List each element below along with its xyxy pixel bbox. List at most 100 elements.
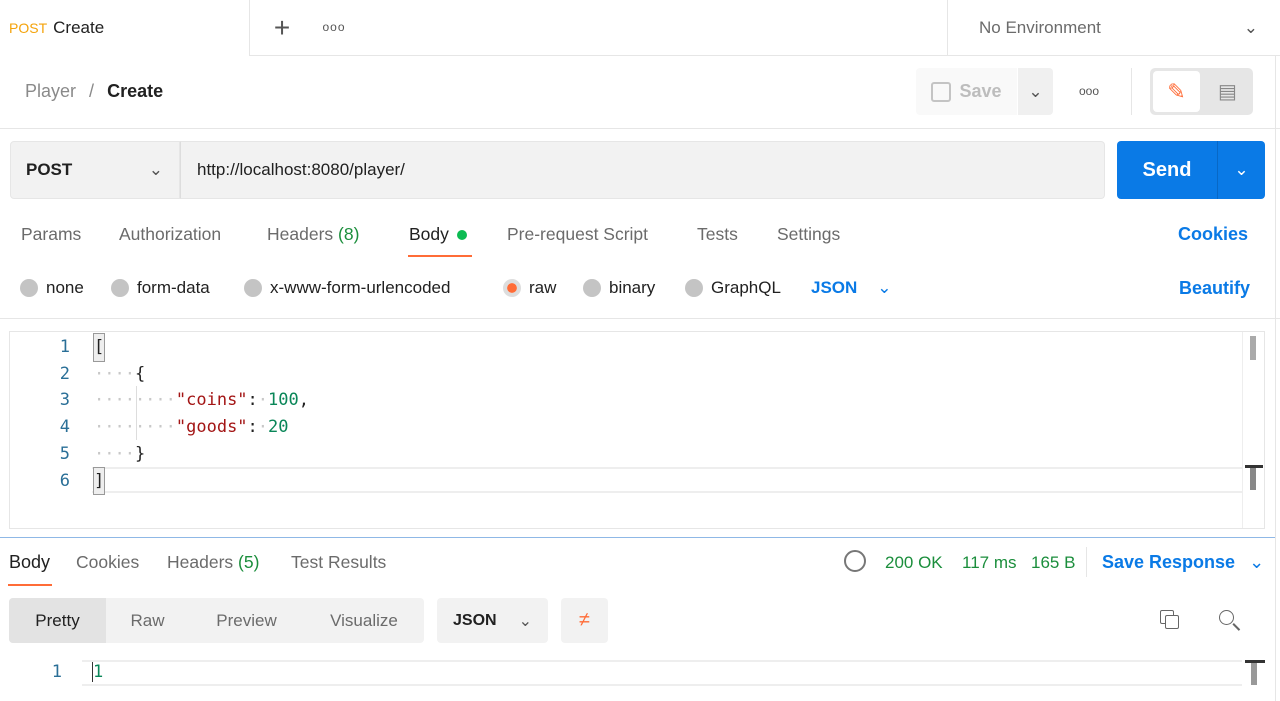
request-tab[interactable]: POST Create — [0, 0, 250, 56]
radio-icon — [111, 279, 129, 297]
more-tabs-icon[interactable]: ooo — [318, 14, 350, 40]
divider — [1131, 68, 1132, 115]
response-format-select[interactable]: JSON ⌄ — [437, 598, 548, 643]
send-label: Send — [1142, 158, 1192, 181]
view-pretty[interactable]: Pretty — [9, 598, 106, 643]
send-options-button[interactable]: ⌄ — [1217, 141, 1265, 199]
breadcrumb-current: Create — [107, 81, 164, 101]
save-options-button[interactable]: ⌄ — [1018, 68, 1053, 115]
tab-body-label: Body — [409, 224, 449, 244]
chevron-down-icon: ⌄ — [148, 160, 163, 179]
view-label: Visualize — [330, 610, 398, 630]
tab-params[interactable]: Params — [21, 224, 81, 245]
tab-pre-request-script[interactable]: Pre-request Script — [507, 224, 648, 245]
breadcrumb-separator: / — [89, 81, 95, 101]
tab-body[interactable]: Body — [409, 224, 467, 245]
response-tab-body[interactable]: Body — [9, 552, 50, 573]
window-edge — [1275, 56, 1276, 701]
language-label: JSON — [811, 278, 858, 297]
editor-lines: 1[ 2 ····{ 3 ········ "coins": · 100, 4 ······… — [10, 333, 309, 496]
response-tab-test-results[interactable]: Test Results — [291, 552, 386, 573]
status-code[interactable]: 200 OK — [885, 553, 943, 573]
radio-binary[interactable]: binary — [583, 278, 655, 298]
environment-select[interactable]: No Environment ⌄ — [947, 0, 1280, 56]
edit-pencil-icon[interactable]: ✎ — [1153, 71, 1200, 112]
view-preview[interactable]: Preview — [189, 598, 304, 643]
whitespace: ···· — [94, 443, 135, 464]
code-token: [ — [92, 333, 106, 362]
radio-graphql[interactable]: GraphQL — [685, 278, 781, 298]
view-label: Preview — [216, 610, 277, 630]
chevron-down-icon: ⌄ — [1243, 18, 1258, 37]
save-response-button[interactable]: Save Response ⌄ — [1102, 552, 1264, 573]
wrap-lines-icon[interactable]: ≠ — [561, 598, 608, 643]
tab-tests[interactable]: Tests — [697, 224, 738, 245]
radio-form-data[interactable]: form-data — [111, 278, 210, 298]
breadcrumb-parent[interactable]: Player — [25, 81, 76, 101]
whitespace: ········ — [94, 417, 176, 438]
colon: : — [247, 390, 258, 411]
language-select[interactable]: JSON ⌄ — [811, 278, 892, 298]
scrollbar-thumb[interactable] — [1251, 663, 1257, 685]
chevron-down-icon: ⌄ — [518, 612, 532, 630]
radio-none[interactable]: none — [20, 278, 84, 298]
radio-icon — [583, 279, 601, 297]
radio-icon — [685, 279, 703, 297]
more-options-icon[interactable]: ooo — [1073, 78, 1105, 104]
tab-authorization[interactable]: Authorization — [119, 224, 221, 245]
cookies-link[interactable]: Cookies — [1178, 224, 1248, 245]
copy-icon[interactable] — [1160, 610, 1180, 630]
radio-raw[interactable]: raw — [503, 278, 556, 298]
save-label: Save — [959, 81, 1002, 101]
line-number: 1 — [51, 662, 62, 682]
headers-count: (5) — [238, 552, 260, 572]
request-body-editor[interactable]: 1[ 2 ····{ 3 ········ "coins": · 100, 4 ······… — [9, 331, 1265, 529]
active-tab-underline — [408, 255, 472, 257]
radio-label: raw — [529, 278, 557, 297]
current-line-highlight — [82, 660, 1242, 686]
method-label: POST — [26, 160, 73, 179]
view-visualize[interactable]: Visualize — [304, 598, 424, 643]
pane-divider[interactable] — [0, 537, 1275, 538]
method-select[interactable]: POST ⌄ — [10, 141, 180, 199]
response-tab-cookies[interactable]: Cookies — [76, 552, 139, 573]
new-tab-icon[interactable]: + — [266, 12, 298, 44]
line-number: 6 — [59, 470, 70, 491]
radio-label: none — [46, 278, 84, 297]
format-label: JSON — [453, 611, 497, 629]
code-token: { — [134, 363, 146, 384]
breadcrumb: Player / Create — [25, 81, 163, 102]
scrollbar-thumb[interactable] — [1250, 336, 1256, 360]
active-tab-underline — [8, 584, 52, 586]
tab-name: Create — [53, 18, 105, 37]
response-tab-headers[interactable]: Headers (5) — [167, 552, 259, 573]
globe-icon[interactable] — [844, 550, 866, 572]
view-raw[interactable]: Raw — [106, 598, 189, 643]
save-button[interactable]: Save — [916, 68, 1017, 115]
comment-icon[interactable]: ▤ — [1204, 71, 1251, 112]
view-label: Pretty — [35, 610, 80, 630]
radio-urlencoded[interactable]: x-www-form-urlencoded — [244, 278, 450, 298]
environment-label: No Environment — [979, 18, 1101, 37]
headers-count: (8) — [338, 224, 360, 244]
tab-headers-label: Headers — [267, 224, 334, 244]
beautify-link[interactable]: Beautify — [1179, 278, 1250, 299]
code-number: 100 — [268, 390, 299, 411]
code-token: } — [134, 443, 146, 464]
code-key: "goods" — [175, 417, 248, 438]
tab-headers[interactable]: Headers (8) — [267, 224, 359, 245]
divider — [0, 128, 1280, 129]
send-button[interactable]: Send — [1117, 141, 1217, 199]
whitespace: ···· — [94, 363, 135, 384]
tab-label: Headers — [167, 552, 234, 572]
code-key: "coins" — [175, 390, 248, 411]
search-icon[interactable] — [1219, 610, 1241, 632]
body-indicator-dot — [456, 230, 467, 240]
tab-settings[interactable]: Settings — [777, 224, 840, 245]
save-response-label: Save Response — [1102, 552, 1236, 572]
response-time[interactable]: 117 ms — [962, 553, 1017, 573]
editor-scrollbar[interactable] — [1242, 332, 1264, 528]
response-size[interactable]: 165 B — [1031, 553, 1075, 573]
save-icon — [931, 81, 952, 102]
url-input[interactable]: http://localhost:8080/player/ — [180, 141, 1105, 199]
